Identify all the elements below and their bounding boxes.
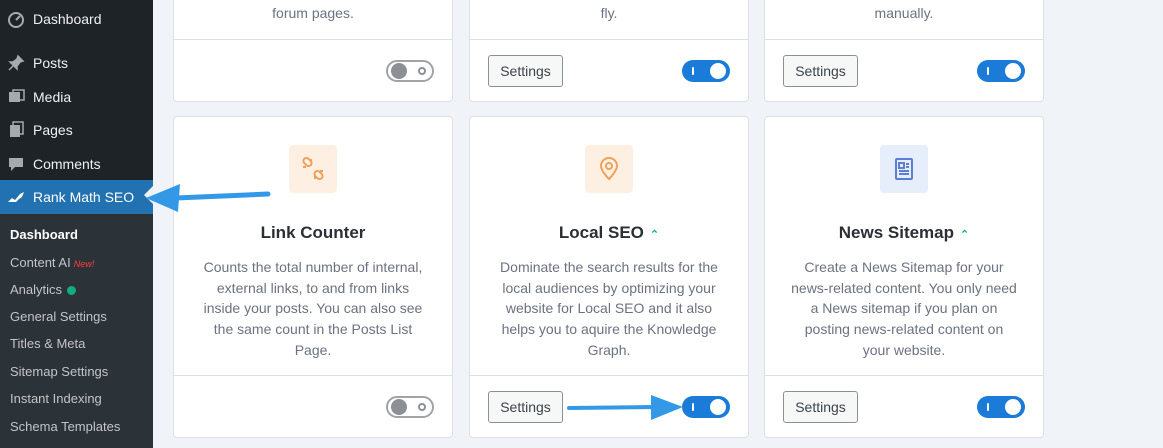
module-card: fly. Settings — [469, 0, 749, 102]
media-icon — [7, 88, 25, 106]
menu-item-dashboard[interactable]: Dashboard — [0, 2, 153, 36]
module-toggle[interactable] — [386, 396, 434, 418]
card-description: Counts the total number of internal, exte… — [203, 259, 423, 358]
settings-button[interactable]: Settings — [488, 55, 563, 87]
card-footer — [174, 375, 452, 437]
menu-label: Pages — [33, 122, 73, 138]
module-card: manually. Settings — [764, 0, 1044, 102]
module-card-news-sitemap: News Sitemap ⌃ Create a News Sitemap for … — [764, 116, 1044, 438]
submenu-sitemap-settings[interactable]: Sitemap Settings — [10, 364, 108, 379]
submenu-content-ai[interactable]: Content AI New! — [10, 255, 94, 270]
chevron-up-icon: ⌃ — [960, 229, 970, 241]
pages-icon — [7, 121, 25, 139]
menu-item-pages[interactable]: Pages — [0, 113, 153, 147]
card-footer: Settings — [470, 39, 748, 101]
module-toggle[interactable] — [386, 60, 434, 82]
card-description: forum pages. — [272, 5, 354, 21]
module-toggle[interactable] — [682, 60, 730, 82]
pin-icon — [7, 54, 25, 72]
menu-label: Rank Math SEO — [33, 189, 135, 205]
settings-button[interactable]: Settings — [783, 391, 858, 423]
menu-item-comments[interactable]: Comments — [0, 147, 153, 181]
arrow-annotation-icon — [567, 395, 683, 420]
card-description: manually. — [874, 5, 934, 21]
modules-grid: forum pages. fly. Settings manually. Set… — [153, 0, 1163, 448]
card-description: Dominate the search results for the local… — [500, 259, 718, 358]
card-title: Local SEO ⌃ — [558, 223, 660, 242]
new-badge: New! — [73, 259, 95, 269]
submenu-dashboard[interactable]: Dashboard — [10, 227, 78, 242]
submenu-label: Analytics — [10, 282, 63, 297]
submenu-instant-indexing[interactable]: Instant Indexing — [10, 391, 102, 406]
card-description: fly. — [600, 5, 618, 21]
arrow-annotation-icon — [146, 184, 271, 212]
card-footer: Settings — [765, 375, 1043, 437]
module-card: forum pages. — [173, 0, 453, 102]
comment-icon — [7, 155, 25, 173]
module-toggle[interactable] — [682, 396, 730, 418]
menu-label: Posts — [33, 55, 69, 71]
dashboard-icon — [7, 10, 25, 28]
chevron-up-icon: ⌃ — [649, 229, 660, 241]
rank-math-submenu: Dashboard Content AI New! Analytics Gener… — [0, 214, 153, 448]
card-title: Link Counter — [260, 223, 366, 242]
location-pin-icon — [585, 145, 633, 193]
menu-item-media[interactable]: Media — [0, 80, 153, 114]
submenu-label: Content AI — [10, 255, 71, 270]
newspaper-icon — [880, 145, 928, 193]
menu-label: Media — [33, 89, 72, 105]
module-toggle[interactable] — [977, 396, 1025, 418]
module-card-local-seo: Local SEO ⌃ Dominate the search results f… — [469, 116, 749, 438]
link-broken-icon — [289, 145, 337, 193]
menu-item-posts[interactable]: Posts — [0, 46, 153, 80]
card-footer: Settings — [765, 39, 1043, 101]
submenu-general-settings[interactable]: General Settings — [10, 309, 107, 324]
settings-button[interactable]: Settings — [783, 55, 858, 87]
submenu-analytics[interactable]: Analytics — [10, 282, 77, 297]
rank-math-icon — [7, 188, 25, 206]
settings-button[interactable]: Settings — [488, 391, 563, 423]
menu-label: Comments — [33, 156, 101, 172]
card-footer — [174, 39, 452, 101]
card-description: Create a News Sitemap for your news-relat… — [791, 259, 1017, 358]
status-dot — [67, 286, 77, 296]
menu-item-rank-math-seo[interactable]: Rank Math SEO — [0, 180, 153, 214]
card-title: News Sitemap ⌃ — [838, 223, 970, 242]
admin-sidebar: Dashboard Posts Media Pages Comments Ran… — [0, 0, 153, 448]
submenu-titles-meta[interactable]: Titles & Meta — [10, 336, 85, 351]
module-card-link-counter: Link Counter Counts the total number of … — [173, 116, 453, 438]
module-toggle[interactable] — [977, 60, 1025, 82]
menu-label: Dashboard — [33, 11, 102, 27]
submenu-schema-templates[interactable]: Schema Templates — [10, 419, 120, 434]
